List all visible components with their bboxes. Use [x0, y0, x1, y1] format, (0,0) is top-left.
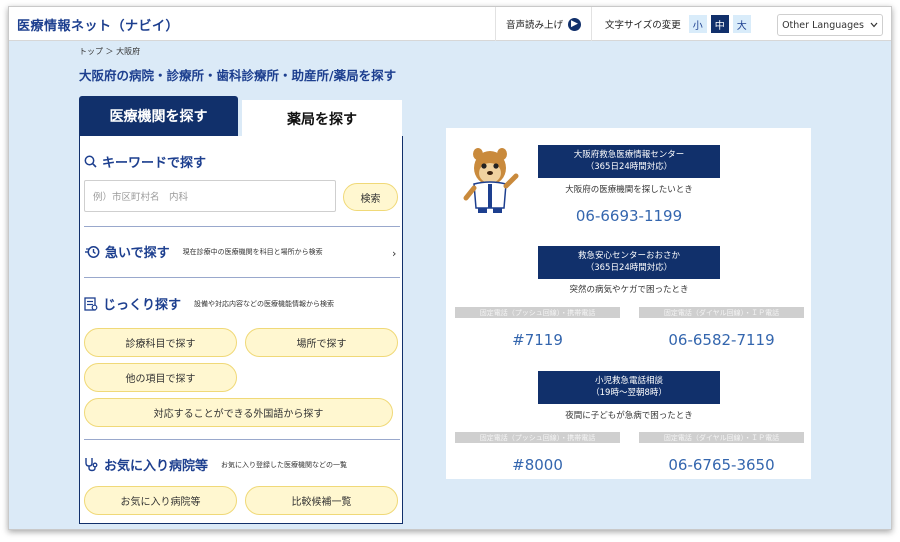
- mascot-illustration: [458, 146, 522, 218]
- language-select[interactable]: Other Languages: [777, 14, 883, 36]
- keyword-section-title: キーワードで探す: [102, 156, 207, 171]
- detailed-section-title: じっくり探す: [103, 298, 182, 313]
- emergency-center-1-phone[interactable]: 06-6693-1199: [538, 207, 720, 225]
- chevron-down-icon: [870, 20, 878, 31]
- tab-search-pharmacy[interactable]: 薬局を探す: [242, 100, 402, 138]
- keyword-search-input[interactable]: 例）市区町村名 内科: [84, 180, 336, 212]
- divider: [84, 439, 400, 440]
- emergency-center-1-hours: （365日24時間対応）: [585, 162, 673, 172]
- favorites-button[interactable]: お気に入り病院等: [84, 486, 237, 515]
- emergency-center-1-name: 大阪府救急医療情報センター: [573, 150, 685, 160]
- font-size-large-button[interactable]: 大: [732, 15, 751, 33]
- page-title: 大阪府の病院・診療所・歯科診療所・助産所/薬局を探す: [79, 68, 397, 83]
- stethoscope-icon: [84, 457, 99, 472]
- keyword-section-header: キーワードで探す: [84, 152, 206, 171]
- emergency-center-2-phone[interactable]: 06-6582-7119: [639, 331, 804, 349]
- emergency-center-3-name: 小児救急電話相談: [594, 376, 663, 386]
- emergency-center-3-dial-label: 固定電話（ダイヤル回線）・ＩＰ電話: [639, 432, 804, 443]
- emergency-center-3-hours: （19時〜翌朝8時）: [591, 388, 667, 398]
- emergency-center-2-mobile-label: 固定電話（プッシュ回線）・携帯電話: [455, 307, 620, 318]
- search-by-language-button[interactable]: 対応することができる外国語から探す: [84, 398, 393, 427]
- emergency-center-2-hours: （365日24時間対応）: [585, 263, 673, 273]
- detailed-section-desc: 設備や対応内容などの医療機能情報から検索: [194, 299, 335, 308]
- font-size-small-button[interactable]: 小: [688, 15, 707, 33]
- font-size-label: 文字サイズの変更: [605, 20, 681, 31]
- search-icon: [84, 155, 97, 168]
- emergency-center-3-mobile-label: 固定電話（プッシュ回線）・携帯電話: [455, 432, 620, 443]
- emergency-center-3-box: 小児救急電話相談 （19時〜翌朝8時）: [538, 371, 720, 404]
- site-header: 医療情報ネット（ナビイ） 音声読み上げ ▶ 文字サイズの変更 小 中 大 Oth…: [9, 7, 891, 41]
- emergency-center-2-dial-label: 固定電話（ダイヤル回線）・ＩＰ電話: [639, 307, 804, 318]
- search-by-location-button[interactable]: 場所で探す: [245, 328, 398, 357]
- emergency-info-card: 大阪府救急医療情報センター （365日24時間対応） 大阪府の医療機関を探したい…: [446, 128, 811, 479]
- browser-viewport: 医療情報ネット（ナビイ） 音声読み上げ ▶ 文字サイズの変更 小 中 大 Oth…: [8, 6, 892, 530]
- voice-readout-button[interactable]: 音声読み上げ ▶: [495, 7, 593, 41]
- emergency-center-2-desc: 突然の病気やケガで困ったとき: [569, 285, 689, 295]
- favorites-section-header: お気に入り病院等 お気に入り登録した医療機関などの一覧: [84, 455, 347, 474]
- divider: [84, 226, 400, 227]
- play-circle-icon: ▶: [568, 17, 582, 31]
- breadcrumb[interactable]: トップ ＞ 大阪府: [79, 46, 140, 57]
- language-label: Other Languages: [782, 19, 864, 31]
- list-icon: [84, 296, 98, 311]
- site-logo[interactable]: 医療情報ネット（ナビイ）: [17, 15, 179, 34]
- urgent-search-link[interactable]: 急いで探す 現在診療中の医療機関を科目と場所から検索: [84, 242, 323, 261]
- divider: [84, 277, 400, 278]
- favorites-section-title: お気に入り病院等: [104, 459, 209, 474]
- search-panel: キーワードで探す 例）市区町村名 内科 検索 急いで探す 現在診療中の医療機関を…: [79, 136, 403, 524]
- clock-icon: [84, 245, 100, 259]
- emergency-center-3-desc: 夜間に子どもが急病で困ったとき: [565, 411, 693, 421]
- font-size-medium-button[interactable]: 中: [710, 15, 729, 33]
- comparison-list-button[interactable]: 比較候補一覧: [245, 486, 398, 515]
- urgent-section-title: 急いで探す: [105, 246, 170, 261]
- search-by-other-button[interactable]: 他の項目で探す: [84, 363, 237, 392]
- emergency-center-3-phone[interactable]: 06-6765-3650: [639, 456, 804, 474]
- voice-readout-label: 音声読み上げ: [506, 20, 564, 31]
- emergency-center-1-desc: 大阪府の医療機関を探したいとき: [565, 185, 693, 195]
- emergency-center-2-name: 救急安心センターおおさか: [577, 251, 680, 261]
- tab-search-medical[interactable]: 医療機関を探す: [79, 96, 238, 136]
- emergency-center-1-box: 大阪府救急医療情報センター （365日24時間対応）: [538, 145, 720, 178]
- chevron-right-icon: ›: [392, 247, 397, 260]
- favorites-section-desc: お気に入り登録した医療機関などの一覧: [221, 460, 348, 469]
- keyword-search-button[interactable]: 検索: [343, 183, 398, 211]
- search-by-department-button[interactable]: 診療科目で探す: [84, 328, 237, 357]
- urgent-section-desc: 現在診療中の医療機関を科目と場所から検索: [182, 247, 323, 256]
- detailed-section-header: じっくり探す 設備や対応内容などの医療機能情報から検索: [84, 294, 334, 313]
- emergency-center-3-short-number[interactable]: #8000: [455, 456, 620, 474]
- emergency-center-2-short-number[interactable]: #7119: [455, 331, 620, 349]
- emergency-center-2-box: 救急安心センターおおさか （365日24時間対応）: [538, 246, 720, 279]
- font-size-switcher: 文字サイズの変更 小 中 大: [605, 7, 751, 41]
